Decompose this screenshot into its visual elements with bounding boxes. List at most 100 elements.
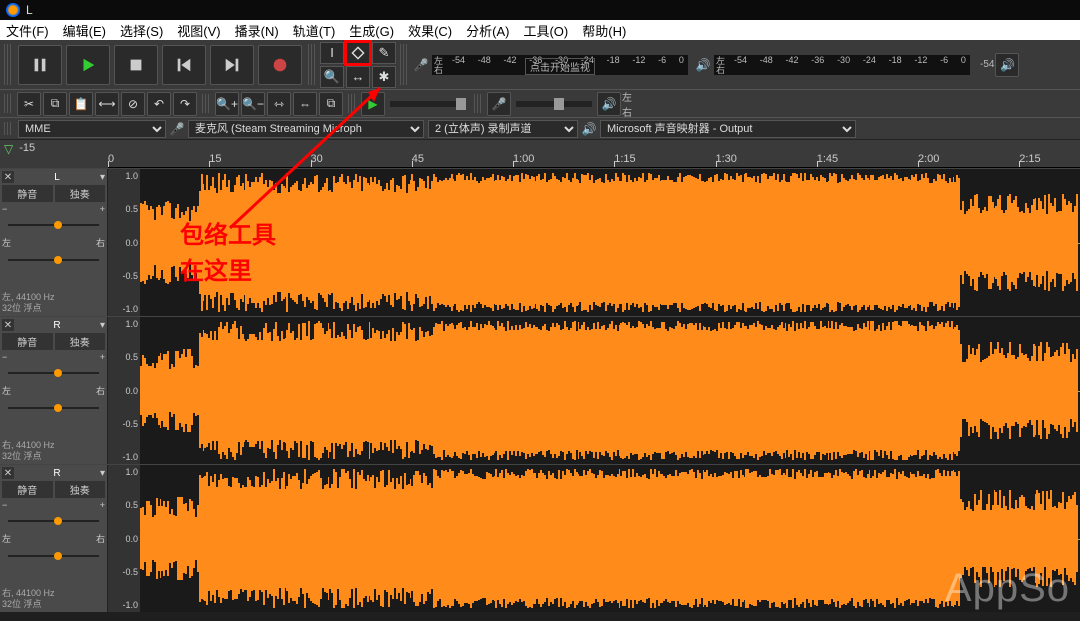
toolbar-grip[interactable] — [4, 94, 12, 113]
skip-start-button[interactable] — [162, 45, 206, 85]
pin-indicator-icon[interactable]: ▽ — [4, 142, 13, 156]
solo-button[interactable]: 独奏 — [55, 333, 106, 350]
paste-button[interactable]: 📋 — [69, 92, 93, 116]
track-control-panel: ✕ L ▾ 静音 独奏 −+ 左右 左, 44100 Hz 32位 浮点 — [0, 169, 108, 316]
zoom-toggle-button[interactable]: ⧉ — [319, 92, 343, 116]
tracks-area: ✕ L ▾ 静音 独奏 −+ 左右 左, 44100 Hz 32位 浮点 1.0… — [0, 168, 1080, 612]
multi-tool[interactable]: ✱ — [372, 66, 396, 88]
track-name[interactable]: R — [16, 320, 98, 331]
selection-tool[interactable]: I — [320, 42, 344, 64]
audio-track: ✕ R ▾ 静音 独奏 −+ 左右 右, 44100 Hz 32位 浮点 1.0… — [0, 464, 1080, 612]
toolbar-grip[interactable] — [308, 44, 316, 85]
toolbar-grip[interactable] — [400, 44, 408, 85]
playback-meter[interactable]: 左 右 -54-48-42-36-30-24-18-12-60 — [714, 55, 970, 75]
record-button[interactable] — [258, 45, 302, 85]
window-title: L — [26, 3, 33, 17]
mic-icon: 🎤 — [168, 122, 186, 136]
vertical-scale: 1.00.50.0-0.5-1.0 — [108, 465, 140, 612]
menu-help[interactable]: 帮助(H) — [582, 21, 626, 40]
rec-volume-slider[interactable] — [516, 101, 592, 107]
mic-volume-icon[interactable]: 🎤 — [487, 92, 511, 116]
play-button[interactable] — [66, 45, 110, 85]
menu-tracks[interactable]: 轨道(T) — [293, 21, 336, 40]
solo-button[interactable]: 独奏 — [55, 185, 106, 202]
track-name[interactable]: L — [16, 172, 98, 183]
menu-tools[interactable]: 工具(O) — [523, 21, 568, 40]
audio-track: ✕ L ▾ 静音 独奏 −+ 左右 左, 44100 Hz 32位 浮点 1.0… — [0, 168, 1080, 316]
solo-button[interactable]: 独奏 — [55, 481, 106, 498]
toolbar-grip[interactable] — [4, 122, 12, 135]
timeline-start-value: -15 — [19, 142, 35, 154]
waveform-area[interactable]: 1.00.50.0-0.5-1.0 — [108, 169, 1080, 316]
audio-track: ✕ R ▾ 静音 独奏 −+ 左右 右, 44100 Hz 32位 浮点 1.0… — [0, 316, 1080, 464]
draw-tool[interactable]: ✎ — [372, 42, 396, 64]
menu-transport[interactable]: 播录(N) — [235, 21, 279, 40]
zoom-in-button[interactable]: 🔍+ — [215, 92, 239, 116]
toolbar-grip[interactable] — [474, 94, 482, 113]
menu-analyze[interactable]: 分析(A) — [466, 21, 509, 40]
undo-button[interactable]: ↶ — [147, 92, 171, 116]
stop-button[interactable] — [114, 45, 158, 85]
speaker-icon: 🔊 — [580, 122, 598, 136]
mute-button[interactable]: 静音 — [2, 481, 53, 498]
menu-effect[interactable]: 效果(C) — [408, 21, 452, 40]
toolbar-grip[interactable] — [4, 44, 12, 85]
playback-device-select[interactable]: Microsoft 声音映射器 - Output — [600, 120, 856, 138]
pan-slider[interactable] — [2, 403, 105, 413]
toolbar-grip[interactable] — [202, 94, 210, 113]
envelope-tool[interactable] — [346, 42, 370, 64]
cut-button[interactable]: ✂ — [17, 92, 41, 116]
menu-view[interactable]: 视图(V) — [177, 21, 220, 40]
edit-toolbar: ✂ ⧉ 📋 ⟷ ⊘ ↶ ↷ 🔍+ 🔍− ⇿ ⇔ ⧉ ▶ 🎤 🔊 左 右 — [0, 90, 1080, 118]
track-info: 右, 44100 Hz 32位 浮点 — [2, 588, 105, 610]
mute-button[interactable]: 静音 — [2, 333, 53, 350]
zoom-out-button[interactable]: 🔍− — [241, 92, 265, 116]
track-menu-button[interactable]: ▾ — [100, 468, 105, 479]
track-close-button[interactable]: ✕ — [2, 171, 14, 183]
speaker-icon[interactable]: 🔊 — [694, 58, 712, 72]
zoom-tool[interactable]: 🔍 — [320, 66, 344, 88]
waveform-area[interactable]: 1.00.50.0-0.5-1.0 — [108, 465, 1080, 612]
mic-icon[interactable]: 🎤 — [412, 58, 430, 72]
play-speed-slider[interactable] — [390, 101, 466, 107]
skip-end-button[interactable] — [210, 45, 254, 85]
play-at-speed-button[interactable]: ▶ — [361, 92, 385, 116]
gain-slider[interactable] — [2, 220, 105, 230]
menu-generate[interactable]: 生成(G) — [349, 21, 394, 40]
redo-button[interactable]: ↷ — [173, 92, 197, 116]
menu-edit[interactable]: 编辑(E) — [63, 21, 106, 40]
recording-meter[interactable]: 左 右 -54-48-42-36-30-24-18-12-60 点击开始监视 — [432, 55, 688, 75]
playback-volume-icon[interactable]: 🔊 — [597, 92, 621, 116]
silence-button[interactable]: ⊘ — [121, 92, 145, 116]
gain-slider[interactable] — [2, 516, 105, 526]
track-name[interactable]: R — [16, 468, 98, 479]
gain-slider[interactable] — [2, 368, 105, 378]
track-close-button[interactable]: ✕ — [2, 319, 14, 331]
track-close-button[interactable]: ✕ — [2, 467, 14, 479]
pan-slider[interactable] — [2, 551, 105, 561]
recording-channels-select[interactable]: 2 (立体声) 录制声道 — [428, 120, 578, 138]
waveform-area[interactable]: 1.00.50.0-0.5-1.0 — [108, 317, 1080, 464]
pan-slider[interactable] — [2, 255, 105, 265]
track-menu-button[interactable]: ▾ — [100, 172, 105, 183]
menu-bar: 文件(F) 编辑(E) 选择(S) 视图(V) 播录(N) 轨道(T) 生成(G… — [0, 20, 1080, 40]
mute-button[interactable]: 静音 — [2, 185, 53, 202]
pause-button[interactable] — [18, 45, 62, 85]
track-control-panel: ✕ R ▾ 静音 独奏 −+ 左右 右, 44100 Hz 32位 浮点 — [0, 465, 108, 612]
fit-selection-button[interactable]: ⇿ — [267, 92, 291, 116]
copy-button[interactable]: ⧉ — [43, 92, 67, 116]
track-menu-button[interactable]: ▾ — [100, 320, 105, 331]
tools-grid: I ✎ 🔍 ↔ ✱ — [320, 42, 396, 88]
recording-device-select[interactable]: 麦克风 (Steam Streaming Microph — [188, 120, 424, 138]
audio-host-select[interactable]: MME — [18, 120, 166, 138]
trim-button[interactable]: ⟷ — [95, 92, 119, 116]
menu-file[interactable]: 文件(F) — [6, 21, 49, 40]
timeline-ruler[interactable]: ▽ -15 01530451:001:151:301:452:002:15 — [0, 140, 1080, 168]
app-logo-icon — [6, 3, 20, 17]
speaker-volume-icon[interactable]: 🔊 — [995, 53, 1019, 77]
toolbar-grip[interactable] — [348, 94, 356, 113]
timeshift-tool[interactable]: ↔ — [346, 66, 370, 88]
title-bar: L — [0, 0, 1080, 20]
menu-select[interactable]: 选择(S) — [120, 21, 163, 40]
fit-project-button[interactable]: ⇔ — [293, 92, 317, 116]
